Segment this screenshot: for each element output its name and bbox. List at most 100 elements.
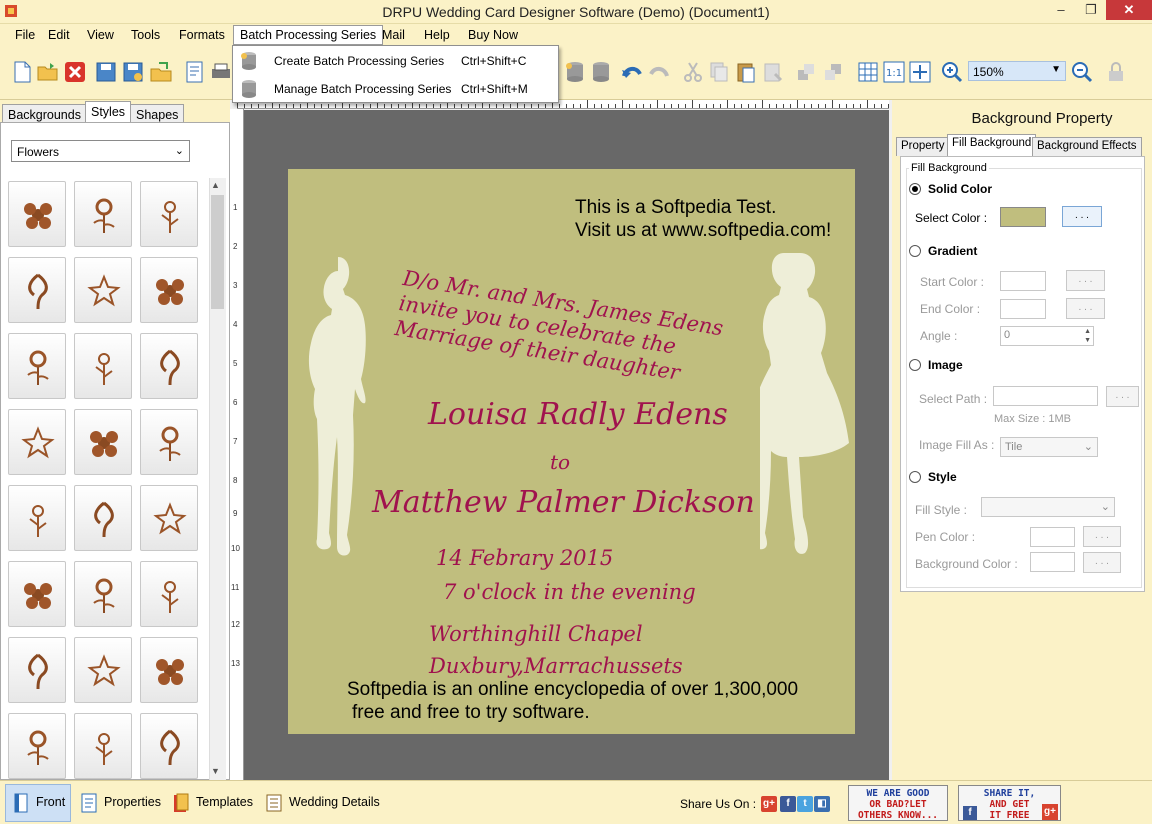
open-folder-icon[interactable] bbox=[36, 60, 60, 84]
cut-icon[interactable] bbox=[681, 60, 705, 84]
menu-edit[interactable]: Edit bbox=[43, 27, 75, 43]
angle-input[interactable]: 0 ▲ ▼ bbox=[1000, 326, 1094, 346]
flower-thumbnail[interactable] bbox=[74, 637, 132, 703]
end-color-swatch[interactable] bbox=[1000, 299, 1046, 319]
flower-thumbnail[interactable] bbox=[8, 333, 66, 399]
flower-thumbnail[interactable] bbox=[8, 257, 66, 323]
save-icon[interactable] bbox=[94, 60, 118, 84]
flower-thumbnail[interactable] bbox=[140, 409, 198, 475]
flower-thumbnail[interactable] bbox=[8, 561, 66, 627]
category-select[interactable]: Flowers ⌄ bbox=[11, 140, 190, 162]
flower-thumbnail[interactable] bbox=[8, 485, 66, 551]
style-radio[interactable] bbox=[909, 471, 921, 483]
wedding-card[interactable]: This is a Softpedia Test. Visit us at ww… bbox=[288, 169, 855, 734]
manage-batch-series-item[interactable]: Manage Batch Processing Series Ctrl+Shif… bbox=[233, 75, 558, 102]
menu-file[interactable]: File bbox=[10, 27, 40, 43]
database-icon[interactable] bbox=[563, 60, 587, 84]
menu-batch-processing[interactable]: Batch Processing Series bbox=[233, 25, 384, 45]
flower-thumbnail[interactable] bbox=[8, 181, 66, 247]
color-swatch[interactable] bbox=[1000, 207, 1046, 227]
close-button[interactable]: ✕ bbox=[1106, 0, 1152, 20]
actual-size-icon[interactable]: 1:1 bbox=[882, 60, 906, 84]
tab-backgrounds[interactable]: Backgrounds bbox=[2, 104, 87, 124]
new-file-icon[interactable] bbox=[10, 60, 34, 84]
properties-icon[interactable] bbox=[183, 60, 207, 84]
wedding-time[interactable]: 7 o'clock in the evening bbox=[443, 580, 696, 604]
flower-thumbnail[interactable] bbox=[74, 561, 132, 627]
twitter-icon[interactable]: t bbox=[797, 796, 813, 812]
tab-background-effects[interactable]: Background Effects bbox=[1032, 137, 1142, 156]
fill-style-select[interactable]: ⌄ bbox=[981, 497, 1115, 517]
flower-thumbnail[interactable] bbox=[74, 257, 132, 323]
to-text[interactable]: to bbox=[550, 450, 570, 474]
flower-thumbnail[interactable] bbox=[8, 637, 66, 703]
pen-color-button[interactable]: . . . bbox=[1083, 526, 1121, 547]
end-color-button[interactable]: . . . bbox=[1066, 298, 1105, 319]
background-color-swatch[interactable] bbox=[1030, 552, 1075, 572]
zoom-in-icon[interactable] bbox=[940, 60, 964, 84]
start-color-swatch[interactable] bbox=[1000, 271, 1046, 291]
feedback-banner[interactable]: WE ARE GOOD OR BAD?LET OTHERS KNOW... bbox=[848, 785, 948, 821]
solid-color-radio[interactable] bbox=[909, 183, 921, 195]
bride-silhouette[interactable] bbox=[760, 253, 855, 563]
tab-fill-background[interactable]: Fill Background bbox=[947, 134, 1037, 156]
menu-help[interactable]: Help bbox=[419, 27, 455, 43]
zoom-out-icon[interactable] bbox=[1070, 60, 1094, 84]
paste-special-icon[interactable] bbox=[761, 60, 785, 84]
copy-icon[interactable] bbox=[707, 60, 731, 84]
flower-thumbnail[interactable] bbox=[140, 713, 198, 779]
delete-icon[interactable] bbox=[63, 60, 87, 84]
menu-formats[interactable]: Formats bbox=[174, 27, 230, 43]
softpedia-line-1[interactable]: This is a Softpedia Test. bbox=[575, 197, 776, 219]
menu-tools[interactable]: Tools bbox=[126, 27, 165, 43]
maximize-button[interactable]: ❐ bbox=[1076, 0, 1106, 20]
venue-city[interactable]: Duxbury,Marrachussets bbox=[429, 654, 683, 678]
flower-thumbnail[interactable] bbox=[140, 561, 198, 627]
flower-thumbnail[interactable] bbox=[74, 713, 132, 779]
footer-line-2[interactable]: free and free to try software. bbox=[352, 702, 590, 724]
select-path-input[interactable] bbox=[993, 386, 1098, 406]
flower-thumbnail[interactable] bbox=[8, 409, 66, 475]
gradient-radio[interactable] bbox=[909, 245, 921, 257]
scroll-up-icon[interactable]: ▲ bbox=[211, 180, 220, 190]
groom-name[interactable]: Matthew Palmer Dickson bbox=[372, 485, 755, 520]
groom-silhouette[interactable] bbox=[308, 257, 378, 557]
flower-thumbnail[interactable] bbox=[74, 409, 132, 475]
scrollbar-thumb[interactable] bbox=[211, 195, 224, 309]
background-color-button[interactable]: . . . bbox=[1083, 552, 1121, 573]
bring-forward-icon[interactable] bbox=[795, 60, 819, 84]
fit-to-window-icon[interactable] bbox=[908, 60, 932, 84]
flower-thumbnail[interactable] bbox=[8, 713, 66, 779]
minimize-button[interactable]: – bbox=[1046, 0, 1076, 20]
wedding-date[interactable]: 14 Febrary 2015 bbox=[436, 546, 613, 570]
export-icon[interactable] bbox=[149, 60, 173, 84]
lock-icon[interactable] bbox=[1104, 60, 1128, 84]
share-it-banner[interactable]: f g+ SHARE IT, AND GET IT FREE bbox=[958, 785, 1061, 821]
flower-thumbnail[interactable] bbox=[74, 181, 132, 247]
print-icon[interactable] bbox=[209, 60, 233, 84]
pen-color-swatch[interactable] bbox=[1030, 527, 1075, 547]
flower-thumbnail[interactable] bbox=[140, 637, 198, 703]
undo-icon[interactable] bbox=[620, 60, 644, 84]
menu-view[interactable]: View bbox=[82, 27, 119, 43]
image-fill-as-select[interactable]: Tile ⌄ bbox=[1000, 437, 1098, 457]
share-icon[interactable]: ◧ bbox=[814, 796, 830, 812]
select-path-button[interactable]: . . . bbox=[1106, 386, 1139, 407]
flower-thumbnail[interactable] bbox=[74, 485, 132, 551]
save-as-icon[interactable] bbox=[121, 60, 145, 84]
redo-icon[interactable] bbox=[647, 60, 671, 84]
image-radio[interactable] bbox=[909, 359, 921, 371]
grid-icon[interactable] bbox=[856, 60, 880, 84]
create-batch-series-item[interactable]: Create Batch Processing Series Ctrl+Shif… bbox=[233, 47, 558, 74]
flower-thumbnail[interactable] bbox=[140, 257, 198, 323]
footer-line-1[interactable]: Softpedia is an online encyclopedia of o… bbox=[347, 679, 798, 701]
bride-name[interactable]: Louisa Radly Edens bbox=[428, 397, 728, 432]
softpedia-line-2[interactable]: Visit us at www.softpedia.com! bbox=[575, 220, 831, 242]
flower-thumbnail[interactable] bbox=[74, 333, 132, 399]
zoom-select[interactable]: 150% ▼ bbox=[968, 61, 1066, 81]
tab-shapes[interactable]: Shapes bbox=[130, 104, 185, 124]
menu-buy-now[interactable]: Buy Now bbox=[463, 27, 523, 43]
google-plus-icon[interactable]: g+ bbox=[761, 796, 777, 812]
send-backward-icon[interactable] bbox=[822, 60, 846, 84]
flower-thumbnail[interactable] bbox=[140, 181, 198, 247]
